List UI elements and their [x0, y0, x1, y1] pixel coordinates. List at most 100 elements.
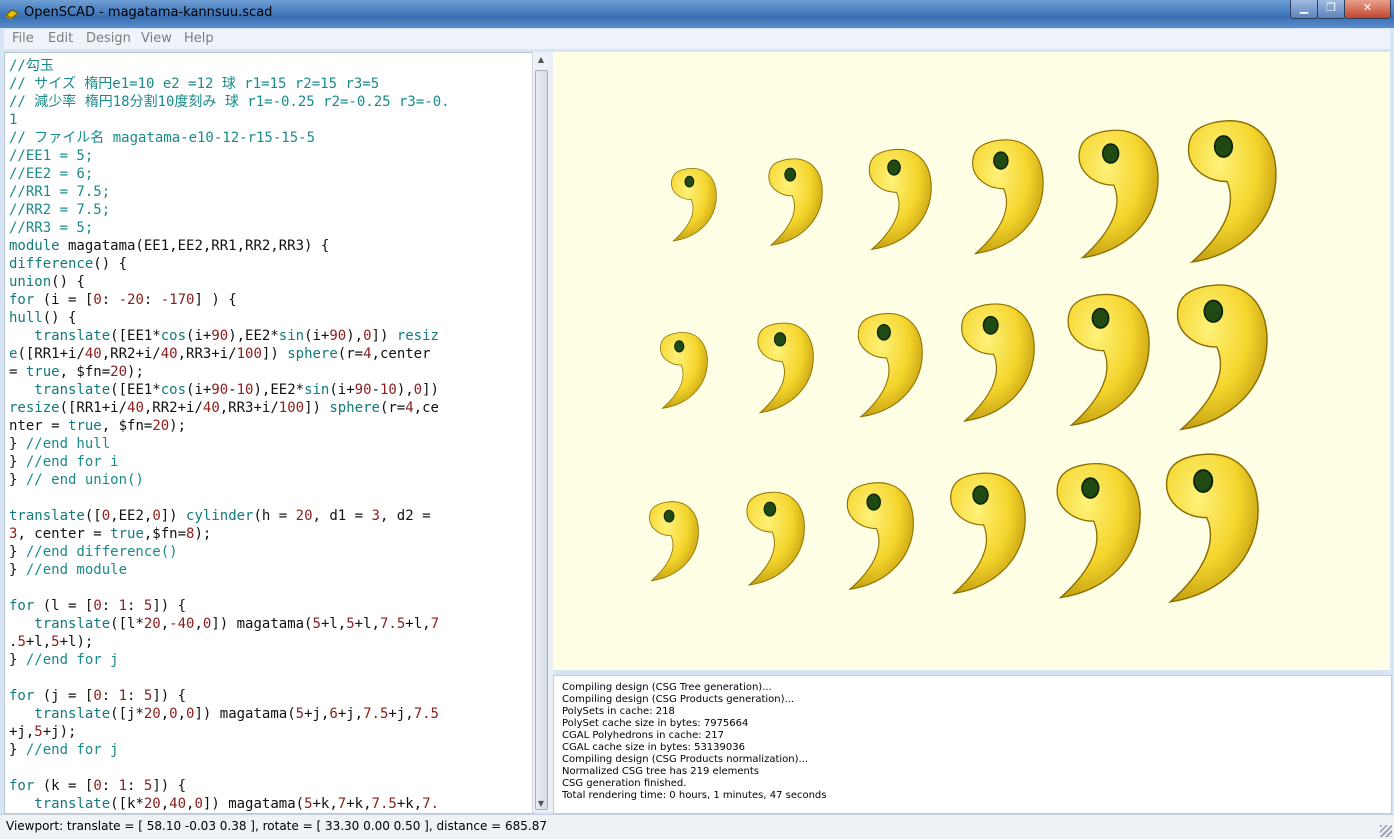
code-token: resize	[9, 400, 60, 416]
magatama-shape	[1176, 284, 1268, 431]
console-line: Compiling design (CSG Products normaliza…	[562, 754, 809, 765]
code-line[interactable]: //勾玉	[9, 57, 533, 75]
code-token: (r=	[379, 400, 406, 416]
console-output[interactable]: Compiling design (CSG Tree generation)..…	[553, 675, 1392, 814]
code-token: 4	[405, 400, 414, 416]
code-token: //end module	[25, 562, 128, 578]
openscad-app-icon[interactable]	[4, 5, 20, 21]
code-line[interactable]	[9, 669, 533, 687]
code-token: ]) {	[152, 778, 187, 794]
code-token: 90	[211, 328, 229, 344]
magatama-shape	[1187, 119, 1277, 263]
code-token: for	[9, 778, 35, 794]
code-line[interactable]: } //end for j	[9, 741, 533, 759]
code-editor[interactable]: //勾玉 // サイズ 楕円e1=10 e2 =12 球 r1=15 r2=15 …	[4, 52, 534, 814]
code-line[interactable]: } //end for i	[9, 453, 533, 471]
code-line[interactable]	[9, 579, 533, 597]
code-token: 1	[118, 778, 128, 794]
code-line[interactable]: e([RR1+i/40,RR2+i/40,RR3+i/100]) sphere(…	[9, 345, 533, 363]
code-line[interactable]: hull() {	[9, 309, 533, 327]
code-line[interactable]: union() {	[9, 273, 533, 291]
menu-design[interactable]: Design	[86, 31, 131, 46]
code-line[interactable]: nter = true, $fn=20);	[9, 417, 533, 435]
3d-viewport[interactable]	[553, 52, 1390, 670]
code-line[interactable]: +j,5+j);	[9, 723, 533, 741]
code-token: , $fn=	[59, 364, 111, 380]
code-text[interactable]: //勾玉 // サイズ 楕円e1=10 e2 =12 球 r1=15 r2=15 …	[5, 53, 533, 813]
code-token: ]) magatama(	[194, 706, 296, 722]
code-line[interactable]: //EE2 = 6;	[9, 165, 533, 183]
code-token: 1	[9, 112, 18, 128]
magatama-shape	[1067, 293, 1150, 427]
code-line[interactable]: //RR1 = 7.5;	[9, 183, 533, 201]
code-line[interactable]: module magatama(EE1,EE2,RR1,RR2,RR3) {	[9, 237, 533, 255]
code-line[interactable]: translate([j*20,0,0]) magatama(5+j,6+j,7…	[9, 705, 533, 723]
code-token: +k,	[312, 796, 338, 812]
magatama-shape	[1165, 453, 1259, 603]
code-token: 4	[363, 346, 372, 362]
code-line[interactable]: // サイズ 楕円e1=10 e2 =12 球 r1=15 r2=15 r3=5	[9, 75, 533, 93]
code-token: cylinder	[186, 508, 254, 524]
magatama-shape	[960, 303, 1035, 422]
code-line[interactable]: // 減少率 楕円18分割10度刻み 球 r1=-0.25 r2=-0.25 r…	[9, 93, 533, 111]
code-line[interactable]: translate([l*20,-40,0]) magatama(5+l,5+l…	[9, 615, 533, 633]
code-token: 1	[118, 598, 128, 614]
code-line[interactable]: for (i = [0: -20: -170] ) {	[9, 291, 533, 309]
scroll-up-arrow-icon[interactable]: ▲	[533, 52, 549, 68]
resize-grip-icon[interactable]	[1380, 825, 1392, 837]
magatama-hole	[1091, 307, 1110, 329]
code-token: +k,	[396, 796, 423, 812]
menu-help[interactable]: Help	[184, 31, 214, 46]
code-line[interactable]: .5+l,5+l);	[9, 633, 533, 651]
code-token: 0	[93, 598, 102, 614]
code-line[interactable]: } //end for j	[9, 651, 533, 669]
menu-file[interactable]: File	[12, 31, 34, 46]
code-line[interactable]: for (j = [0: 1: 5]) {	[9, 687, 533, 705]
code-line[interactable]	[9, 489, 533, 507]
code-token: () {	[51, 274, 85, 290]
code-line[interactable]: 1	[9, 111, 533, 129]
code-line[interactable]: for (l = [0: 1: 5]) {	[9, 597, 533, 615]
code-line[interactable]: translate([EE1*cos(i+90),EE2*sin(i+90),0…	[9, 327, 533, 345]
code-line[interactable]: //EE1 = 5;	[9, 147, 533, 165]
code-token: translate	[34, 382, 111, 398]
magatama-hole	[1203, 299, 1224, 323]
code-token: ([	[84, 508, 102, 524]
code-line[interactable]: } // end union()	[9, 471, 533, 489]
magatama-hole	[784, 167, 797, 182]
close-button[interactable]: ✕	[1344, 0, 1391, 19]
code-line[interactable]: translate([0,EE2,0]) cylinder(h = 20, d1…	[9, 507, 533, 525]
code-line[interactable]: } //end hull	[9, 435, 533, 453]
code-token: ])	[261, 346, 288, 362]
code-line[interactable]: for (k = [0: 1: 5]) {	[9, 777, 533, 795]
code-line[interactable]: 3, center = true,$fn=8);	[9, 525, 533, 543]
code-line[interactable]: translate([k*20,40,0]) magatama(5+k,7+k,…	[9, 795, 533, 813]
code-line[interactable]: difference() {	[9, 255, 533, 273]
editor-scroll-thumb[interactable]	[535, 70, 548, 810]
maximize-button[interactable]: ❐	[1317, 0, 1345, 19]
minimize-button[interactable]: ▁	[1290, 0, 1318, 19]
code-token: 10	[236, 382, 254, 398]
code-line[interactable]: } //end difference()	[9, 543, 533, 561]
editor-scrollbar[interactable]: ▲ ▼	[532, 52, 549, 812]
code-line[interactable]: } //end module	[9, 561, 533, 579]
code-line[interactable]: //RR3 = 5;	[9, 219, 533, 237]
magatama-hole	[674, 340, 685, 353]
console-line: Normalized CSG tree has 219 elements	[562, 766, 760, 777]
menu-view[interactable]: View	[141, 31, 172, 46]
menu-edit[interactable]: Edit	[48, 31, 73, 46]
code-token: translate	[34, 796, 111, 812]
code-line[interactable]: translate([EE1*cos(i+90-10),EE2*sin(i+90…	[9, 381, 533, 399]
code-line[interactable]: // ファイル名 magatama-e10-12-r15-15-5	[9, 129, 533, 147]
code-token: //end for i	[25, 454, 119, 470]
code-line[interactable]: resize([RR1+i/40,RR2+i/40,RR3+i/100]) sp…	[9, 399, 533, 417]
code-token: //EE2 = 6;	[9, 166, 94, 182]
scroll-down-arrow-icon[interactable]: ▼	[533, 796, 549, 812]
code-line[interactable]	[9, 759, 533, 777]
code-line[interactable]: = true, $fn=20);	[9, 363, 533, 381]
code-line[interactable]: //RR2 = 7.5;	[9, 201, 533, 219]
magatama-shape	[868, 148, 932, 251]
code-token: }	[9, 436, 26, 452]
code-token: 100	[236, 346, 262, 362]
